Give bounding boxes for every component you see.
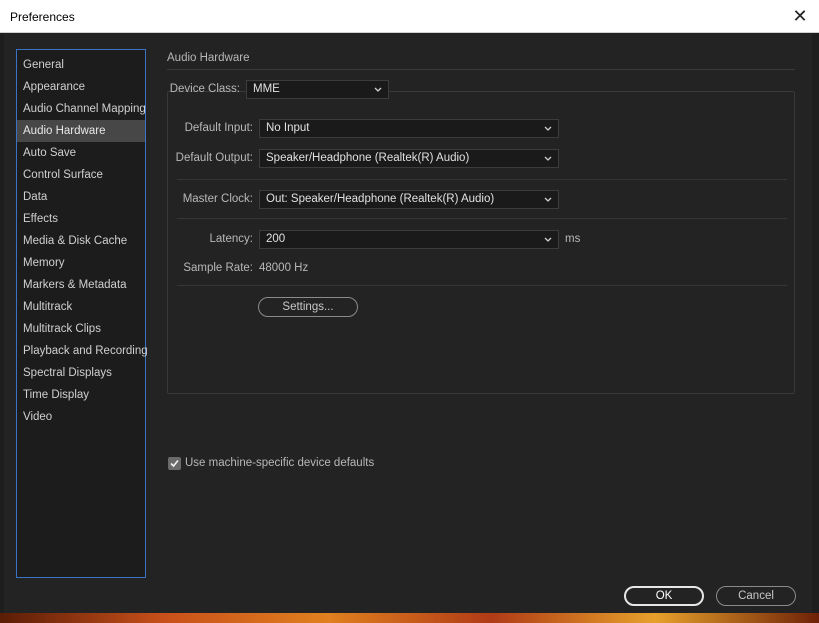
sidebar-item-control-surface[interactable]: Control Surface: [17, 164, 145, 186]
sidebar-item-auto-save[interactable]: Auto Save: [17, 142, 145, 164]
sidebar-item-multitrack-clips[interactable]: Multitrack Clips: [17, 318, 145, 340]
sidebar-item-audio-channel-mapping[interactable]: Audio Channel Mapping: [17, 98, 146, 120]
section-title: Audio Hardware: [167, 52, 250, 64]
machine-defaults-label: Use machine-specific device defaults: [185, 457, 375, 469]
chevron-down-icon: [374, 87, 382, 92]
sample-rate-value: 48000 Hz: [259, 262, 309, 274]
machine-defaults-checkbox[interactable]: [168, 457, 181, 470]
preferences-sidebar: General Appearance Audio Channel Mapping…: [16, 49, 148, 578]
sidebar-item-memory[interactable]: Memory: [17, 252, 145, 274]
sample-rate-label: Sample Rate:: [183, 262, 253, 274]
sidebar-item-audio-hardware[interactable]: Audio Hardware: [17, 120, 145, 142]
sidebar-item-media-disk-cache[interactable]: Media & Disk Cache: [17, 230, 145, 252]
master-clock-value: Out: Speaker/Headphone (Realtek(R) Audio…: [266, 193, 495, 205]
sidebar-item-spectral-displays[interactable]: Spectral Displays: [17, 362, 145, 384]
device-class-value: MME: [253, 83, 280, 95]
preferences-dialog: General Appearance Audio Channel Mapping…: [4, 33, 812, 613]
default-input-select[interactable]: No Input: [259, 119, 559, 138]
row-divider: [177, 285, 787, 286]
sidebar-item-appearance[interactable]: Appearance: [17, 76, 145, 98]
device-class-select[interactable]: MME: [246, 80, 389, 99]
checkmark-icon: [170, 459, 179, 468]
chevron-down-icon: [544, 156, 552, 161]
title-bar: Preferences ✕: [0, 0, 819, 33]
section-divider: [167, 69, 795, 70]
sidebar-item-general[interactable]: General: [17, 54, 145, 76]
row-divider: [177, 179, 787, 180]
latency-label: Latency:: [209, 233, 253, 245]
default-output-label: Default Output:: [175, 152, 253, 164]
cancel-button[interactable]: Cancel: [716, 586, 796, 606]
ok-button[interactable]: OK: [624, 586, 704, 606]
sidebar-item-data[interactable]: Data: [17, 186, 145, 208]
latency-select[interactable]: 200: [259, 230, 559, 249]
default-input-value: No Input: [266, 122, 310, 134]
row-divider: [177, 218, 787, 219]
sidebar-item-multitrack[interactable]: Multitrack: [17, 296, 145, 318]
default-input-label: Default Input:: [184, 122, 253, 134]
chevron-down-icon: [544, 237, 552, 242]
background-strip: [0, 613, 819, 623]
window-title: Preferences: [10, 10, 75, 24]
master-clock-select[interactable]: Out: Speaker/Headphone (Realtek(R) Audio…: [259, 190, 559, 209]
chevron-down-icon: [544, 197, 552, 202]
sidebar-item-effects[interactable]: Effects: [17, 208, 145, 230]
chevron-down-icon: [544, 126, 552, 131]
latency-value: 200: [266, 233, 286, 245]
latency-unit: ms: [565, 233, 581, 245]
sidebar-item-video[interactable]: Video: [17, 406, 145, 428]
default-output-value: Speaker/Headphone (Realtek(R) Audio): [266, 152, 470, 164]
master-clock-label: Master Clock:: [182, 193, 253, 205]
default-output-select[interactable]: Speaker/Headphone (Realtek(R) Audio): [259, 149, 559, 168]
sidebar-item-markers-metadata[interactable]: Markers & Metadata: [17, 274, 145, 296]
close-icon[interactable]: ✕: [789, 5, 811, 27]
sidebar-item-time-display[interactable]: Time Display: [17, 384, 145, 406]
device-class-label: Device Class:: [169, 83, 240, 95]
sidebar-item-playback-recording[interactable]: Playback and Recording: [17, 340, 148, 362]
settings-button[interactable]: Settings...: [258, 297, 358, 317]
